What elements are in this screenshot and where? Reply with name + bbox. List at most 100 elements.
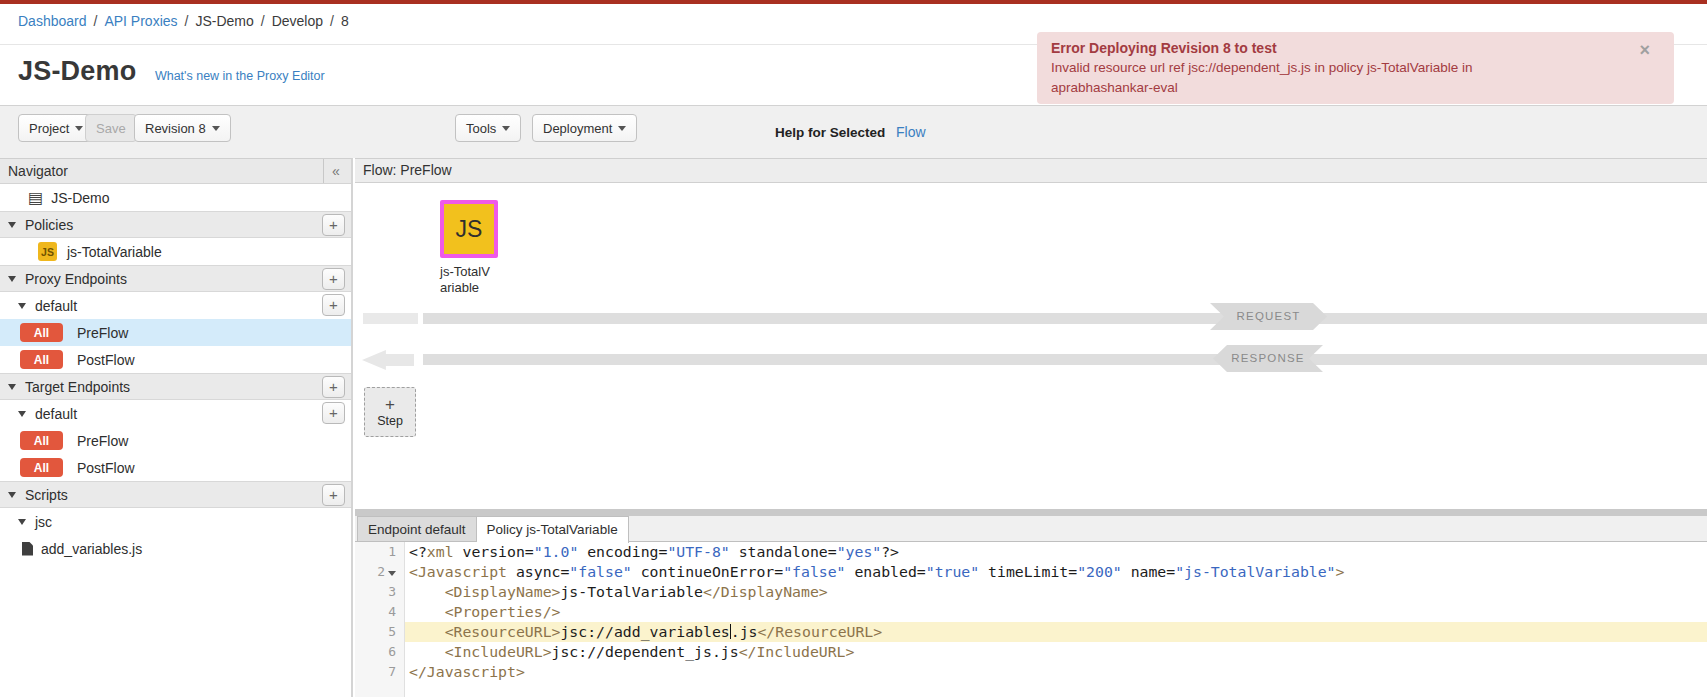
line-number: 5 [355,622,405,642]
all-badge: All [20,350,63,369]
line-number: 7 [355,662,405,682]
request-flow-bar [423,313,1707,324]
page-title: JS-Demo [18,56,136,86]
add-button[interactable]: + [322,214,345,236]
file-icon [22,542,33,556]
breadcrumb-separator: / [330,13,334,29]
proxy-label: JS-Demo [51,190,109,206]
chevron-down-icon [502,126,510,131]
close-icon[interactable]: × [1639,40,1650,61]
flow-canvas: Flow: PreFlow JS js-TotalVariable REQUES… [355,158,1707,697]
collapse-sidebar-button[interactable]: « [323,159,348,183]
sidebar-item-postflow[interactable]: All PostFlow [0,346,351,373]
tools-button[interactable]: Tools [455,114,521,142]
flow-link[interactable]: Flow [896,106,926,159]
collapse-caret-icon [8,222,16,228]
sidebar-item-add-variables-js[interactable]: add_variables.js [0,535,351,562]
code-text: <Javascript async="false" continueOnErro… [405,562,1707,582]
breadcrumb-item-8: 8 [341,13,349,29]
js-policy-node[interactable]: JS [440,200,498,258]
sidebar-item-default[interactable]: default + [0,400,351,427]
line-number: 6 [355,642,405,662]
code-editor[interactable]: 1<?xml version="1.0" encoding="UTF-8" st… [355,542,1707,697]
proxy-icon: ▤ [28,190,43,206]
chevron-down-icon [75,126,83,131]
sidebar-item-preflow[interactable]: AllPreFlow [0,427,351,454]
help-for-selected-label: Help for Selected [775,106,885,159]
sidebar-item-default[interactable]: default + [0,292,351,319]
line-number: 2 [355,562,405,582]
code-line-1[interactable]: 1<?xml version="1.0" encoding="UTF-8" st… [355,542,1707,562]
line-number: 4 [355,602,405,622]
chevron-down-icon [212,126,220,131]
breadcrumb-item-api-proxies[interactable]: API Proxies [104,13,177,29]
code-line-5[interactable]: 5 <ResourceURL>jsc://add_variables.js</R… [355,622,1707,642]
file-label: add_variables.js [41,541,142,557]
response-ribbon: RESPONSE [1213,345,1323,372]
fold-caret-icon[interactable] [388,571,396,576]
js-policy-node-label: js-TotalVariable [440,264,493,296]
panel-divider[interactable] [355,509,1707,516]
sidebar-item-js-demo[interactable]: ▤ JS-Demo [0,184,351,211]
flow-label: PostFlow [77,352,135,368]
all-badge: All [20,431,63,450]
code-text: <DisplayName>js-TotalVariable</DisplayNa… [405,582,1707,602]
revision-button[interactable]: Revision 8 [134,114,231,142]
breadcrumb-separator: / [94,13,98,29]
code-line-4[interactable]: 4 <Properties/> [355,602,1707,622]
collapse-caret-icon [8,276,16,282]
request-flow-stub [363,313,418,324]
section-label: Target Endpoints [25,379,130,395]
code-line-7[interactable]: 7</Javascript> [355,662,1707,682]
flow-label: PreFlow [77,325,128,341]
sidebar-item-js-totalvariable[interactable]: JSjs-TotalVariable [0,238,351,265]
collapse-caret-icon [8,384,16,390]
breadcrumb-item-js-demo: JS-Demo [195,13,253,29]
sidebar-item-jsc[interactable]: jsc [0,508,351,535]
request-ribbon: REQUEST [1210,303,1327,330]
deployment-button[interactable]: Deployment [532,114,637,142]
js-policy-icon: JS [38,242,57,261]
sidebar-item-policies[interactable]: Policies + [0,211,351,238]
group-label: default [35,298,77,314]
breadcrumb-item-develop: Develop [272,13,323,29]
all-badge: All [20,458,63,477]
error-message: Invalid resource url ref jsc://dependent… [1051,58,1551,98]
section-label: Proxy Endpoints [25,271,127,287]
collapse-caret-icon [18,303,26,309]
code-line-3[interactable]: 3 <DisplayName>js-TotalVariable</Display… [355,582,1707,602]
section-label: Policies [25,217,73,233]
breadcrumb-item-dashboard[interactable]: Dashboard [18,13,87,29]
collapse-caret-icon [18,519,26,525]
whats-new-link[interactable]: What's new in the Proxy Editor [155,69,325,83]
sidebar-item-scripts[interactable]: Scripts + [0,481,351,508]
sidebar-item-proxy-endpoints[interactable]: Proxy Endpoints + [0,265,351,292]
chevron-down-icon [618,126,626,131]
breadcrumb-separator: / [261,13,265,29]
tab-policy-js-totalvariable[interactable]: Policy js-TotalVariable [477,516,629,543]
sidebar-item-preflow[interactable]: AllPreFlow [0,319,351,346]
add-button[interactable]: + [322,402,345,424]
add-button[interactable]: + [322,294,345,316]
tab-endpoint-default[interactable]: Endpoint default [357,516,477,542]
add-button[interactable]: + [322,484,345,506]
project-button[interactable]: Project [18,114,94,142]
code-text: <IncludeURL>jsc://dependent_js.js</Inclu… [405,642,1707,662]
save-button[interactable]: Save [85,114,137,142]
error-title: Error Deploying Revision 8 to test [1051,40,1660,56]
error-notification: Error Deploying Revision 8 to test Inval… [1037,32,1674,104]
sidebar-item-postflow[interactable]: AllPostFlow [0,454,351,481]
collapse-caret-icon [8,492,16,498]
add-button[interactable]: + [322,268,345,290]
code-text: </Javascript> [405,662,1707,682]
breadcrumb: Dashboard/API Proxies/JS-Demo/Develop/8 [18,13,349,29]
add-button[interactable]: + [322,376,345,398]
code-line-6[interactable]: 6 <IncludeURL>jsc://dependent_js.js</Inc… [355,642,1707,662]
section-label: Scripts [25,487,68,503]
sidebar-item-target-endpoints[interactable]: Target Endpoints + [0,373,351,400]
add-step-button[interactable]: + Step [364,387,416,437]
group-label: default [35,406,77,422]
collapse-caret-icon [18,411,26,417]
response-arrow-icon [362,350,414,370]
code-line-2[interactable]: 2<Javascript async="false" continueOnErr… [355,562,1707,582]
